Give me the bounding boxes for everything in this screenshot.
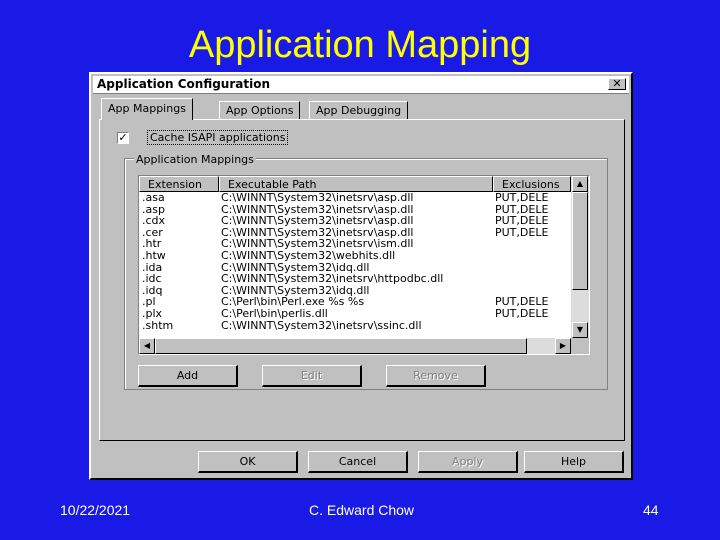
cache-isapi-label[interactable]: Cache ISAPI applications xyxy=(147,130,289,145)
scroll-down-button[interactable]: ▼ xyxy=(572,322,588,338)
arrow-down-icon: ▼ xyxy=(576,325,584,334)
close-icon: ✕ xyxy=(612,77,622,90)
table-row[interactable]: .asa C:\WINNT\System32\inetsrv\asp.dll PUT… xyxy=(139,192,571,204)
cell-path: C:\WINNT\System32\inetsrv\ssinc.dll xyxy=(221,319,422,332)
cell-extension: .asp xyxy=(142,203,165,216)
column-header-executable-path[interactable]: Executable Path xyxy=(219,176,493,192)
cell-exclusions: PUT,DELE xyxy=(495,192,549,204)
footer-page-number: 44 xyxy=(643,502,659,518)
scroll-right-button[interactable]: ▶ xyxy=(555,338,571,354)
cell-extension: .asa xyxy=(142,192,165,204)
cell-path: C:\WINNT\System32\inetsrv\asp.dll xyxy=(221,215,414,227)
vertical-scroll-thumb[interactable] xyxy=(572,192,588,290)
scrollbar-corner xyxy=(571,338,589,354)
cell-exclusions: PUT,DELE xyxy=(495,307,549,320)
add-button[interactable]: Add xyxy=(138,365,238,387)
cell-extension: .pl xyxy=(142,296,156,308)
cell-extension: .plx xyxy=(142,307,163,320)
tab-app-mappings[interactable]: App Mappings xyxy=(101,98,193,120)
cache-isapi-checkbox[interactable]: ✓ xyxy=(117,132,129,144)
table-row[interactable]: .pl C:\Perl\bin\Perl.exe %s %s PUT,DELE xyxy=(139,296,571,308)
horizontal-scroll-thumb[interactable] xyxy=(155,338,527,354)
scroll-left-button[interactable]: ◀ xyxy=(139,338,155,354)
table-row[interactable]: .cer C:\WINNT\System32\inetsrv\asp.dll PUT… xyxy=(139,227,571,239)
table-row[interactable]: .cdx C:\WINNT\System32\inetsrv\asp.dll PUT… xyxy=(139,215,571,227)
vertical-scrollbar[interactable]: ▲ ▼ xyxy=(571,176,589,338)
cell-path: C:\WINNT\System32\idq.dll xyxy=(221,284,370,297)
cell-exclusions: PUT,DELE xyxy=(495,296,549,308)
cell-exclusions: PUT,DELE xyxy=(495,226,549,239)
mappings-list[interactable]: Extension Executable Path Exclusions .as… xyxy=(138,175,590,355)
close-button[interactable]: ✕ xyxy=(608,78,626,90)
cell-extension: .shtm xyxy=(142,319,174,332)
table-row[interactable]: .plx C:\Perl\bin\perlis.dll PUT,DELE xyxy=(139,308,571,320)
cell-path: C:\WINNT\System32\inetsrv\ism.dll xyxy=(221,238,414,250)
tab-app-options[interactable]: App Options xyxy=(219,101,301,119)
cell-extension: .cdx xyxy=(142,215,166,227)
table-row[interactable]: .shtm C:\WINNT\System32\inetsrv\ssinc.dll xyxy=(139,320,571,332)
slide-title: Application Mapping xyxy=(188,24,532,66)
list-rows: .asa C:\WINNT\System32\inetsrv\asp.dll PUT… xyxy=(139,192,571,338)
table-row[interactable]: .htr C:\WINNT\System32\inetsrv\ism.dll xyxy=(139,238,571,250)
arrow-right-icon: ▶ xyxy=(559,341,567,350)
cell-exclusions: PUT,DELE xyxy=(495,203,549,216)
cell-path: C:\WINNT\System32\idq.dll xyxy=(221,261,370,274)
check-icon: ✓ xyxy=(118,131,128,144)
cell-path: C:\WINNT\System32\inetsrv\asp.dll xyxy=(221,203,414,216)
footer-date: 10/22/2021 xyxy=(60,502,131,518)
edit-button[interactable]: Edit xyxy=(262,365,362,387)
cell-extension: .cer xyxy=(142,226,163,239)
group-label: Application Mappings xyxy=(134,153,256,166)
table-row[interactable]: .idc C:\WINNT\System32\inetsrv\httpodbc.d… xyxy=(139,273,571,285)
footer-author: C. Edward Chow xyxy=(309,502,415,518)
cell-extension: .idc xyxy=(142,273,162,285)
cell-path: C:\WINNT\System32\inetsrv\asp.dll xyxy=(221,226,414,239)
cell-path: C:\WINNT\System32\inetsrv\asp.dll xyxy=(221,192,414,204)
scroll-up-button[interactable]: ▲ xyxy=(572,176,588,192)
cell-extension: .ida xyxy=(142,261,163,274)
dialog-titlebar: Application Configuration ✕ xyxy=(93,76,629,94)
arrow-up-icon: ▲ xyxy=(576,179,584,188)
cell-extension: .htw xyxy=(142,249,166,262)
cell-extension: .htr xyxy=(142,238,162,250)
application-configuration-dialog: Application Configuration ✕ App Mappings… xyxy=(89,72,633,480)
remove-button[interactable]: Remove xyxy=(386,365,486,387)
cell-path: C:\Perl\bin\Perl.exe %s %s xyxy=(221,296,365,308)
table-row[interactable]: .ida C:\WINNT\System32\idq.dll xyxy=(139,262,571,274)
help-button[interactable]: Help xyxy=(524,451,624,473)
table-row[interactable]: .idq C:\WINNT\System32\idq.dll xyxy=(139,285,571,297)
column-header-exclusions[interactable]: Exclusions xyxy=(493,176,571,192)
horizontal-scrollbar[interactable]: ◀ ▶ xyxy=(139,338,571,354)
table-row[interactable]: .htw C:\WINNT\System32\webhits.dll xyxy=(139,250,571,262)
column-header-extension[interactable]: Extension xyxy=(139,176,219,192)
apply-button[interactable]: Apply xyxy=(418,451,518,473)
cell-extension: .idq xyxy=(142,284,163,297)
dialog-title: Application Configuration xyxy=(97,77,270,91)
table-row[interactable]: .asp C:\WINNT\System32\inetsrv\asp.dll PUT… xyxy=(139,204,571,216)
arrow-left-icon: ◀ xyxy=(143,341,151,350)
tab-app-debugging[interactable]: App Debugging xyxy=(309,101,409,119)
cell-path: C:\Perl\bin\perlis.dll xyxy=(221,307,328,320)
cell-path: C:\WINNT\System32\webhits.dll xyxy=(221,249,396,262)
cell-path: C:\WINNT\System32\inetsrv\httpodbc.dll xyxy=(221,273,444,285)
cell-exclusions: PUT,DELE xyxy=(495,215,549,227)
ok-button[interactable]: OK xyxy=(198,451,298,473)
cancel-button[interactable]: Cancel xyxy=(308,451,408,473)
